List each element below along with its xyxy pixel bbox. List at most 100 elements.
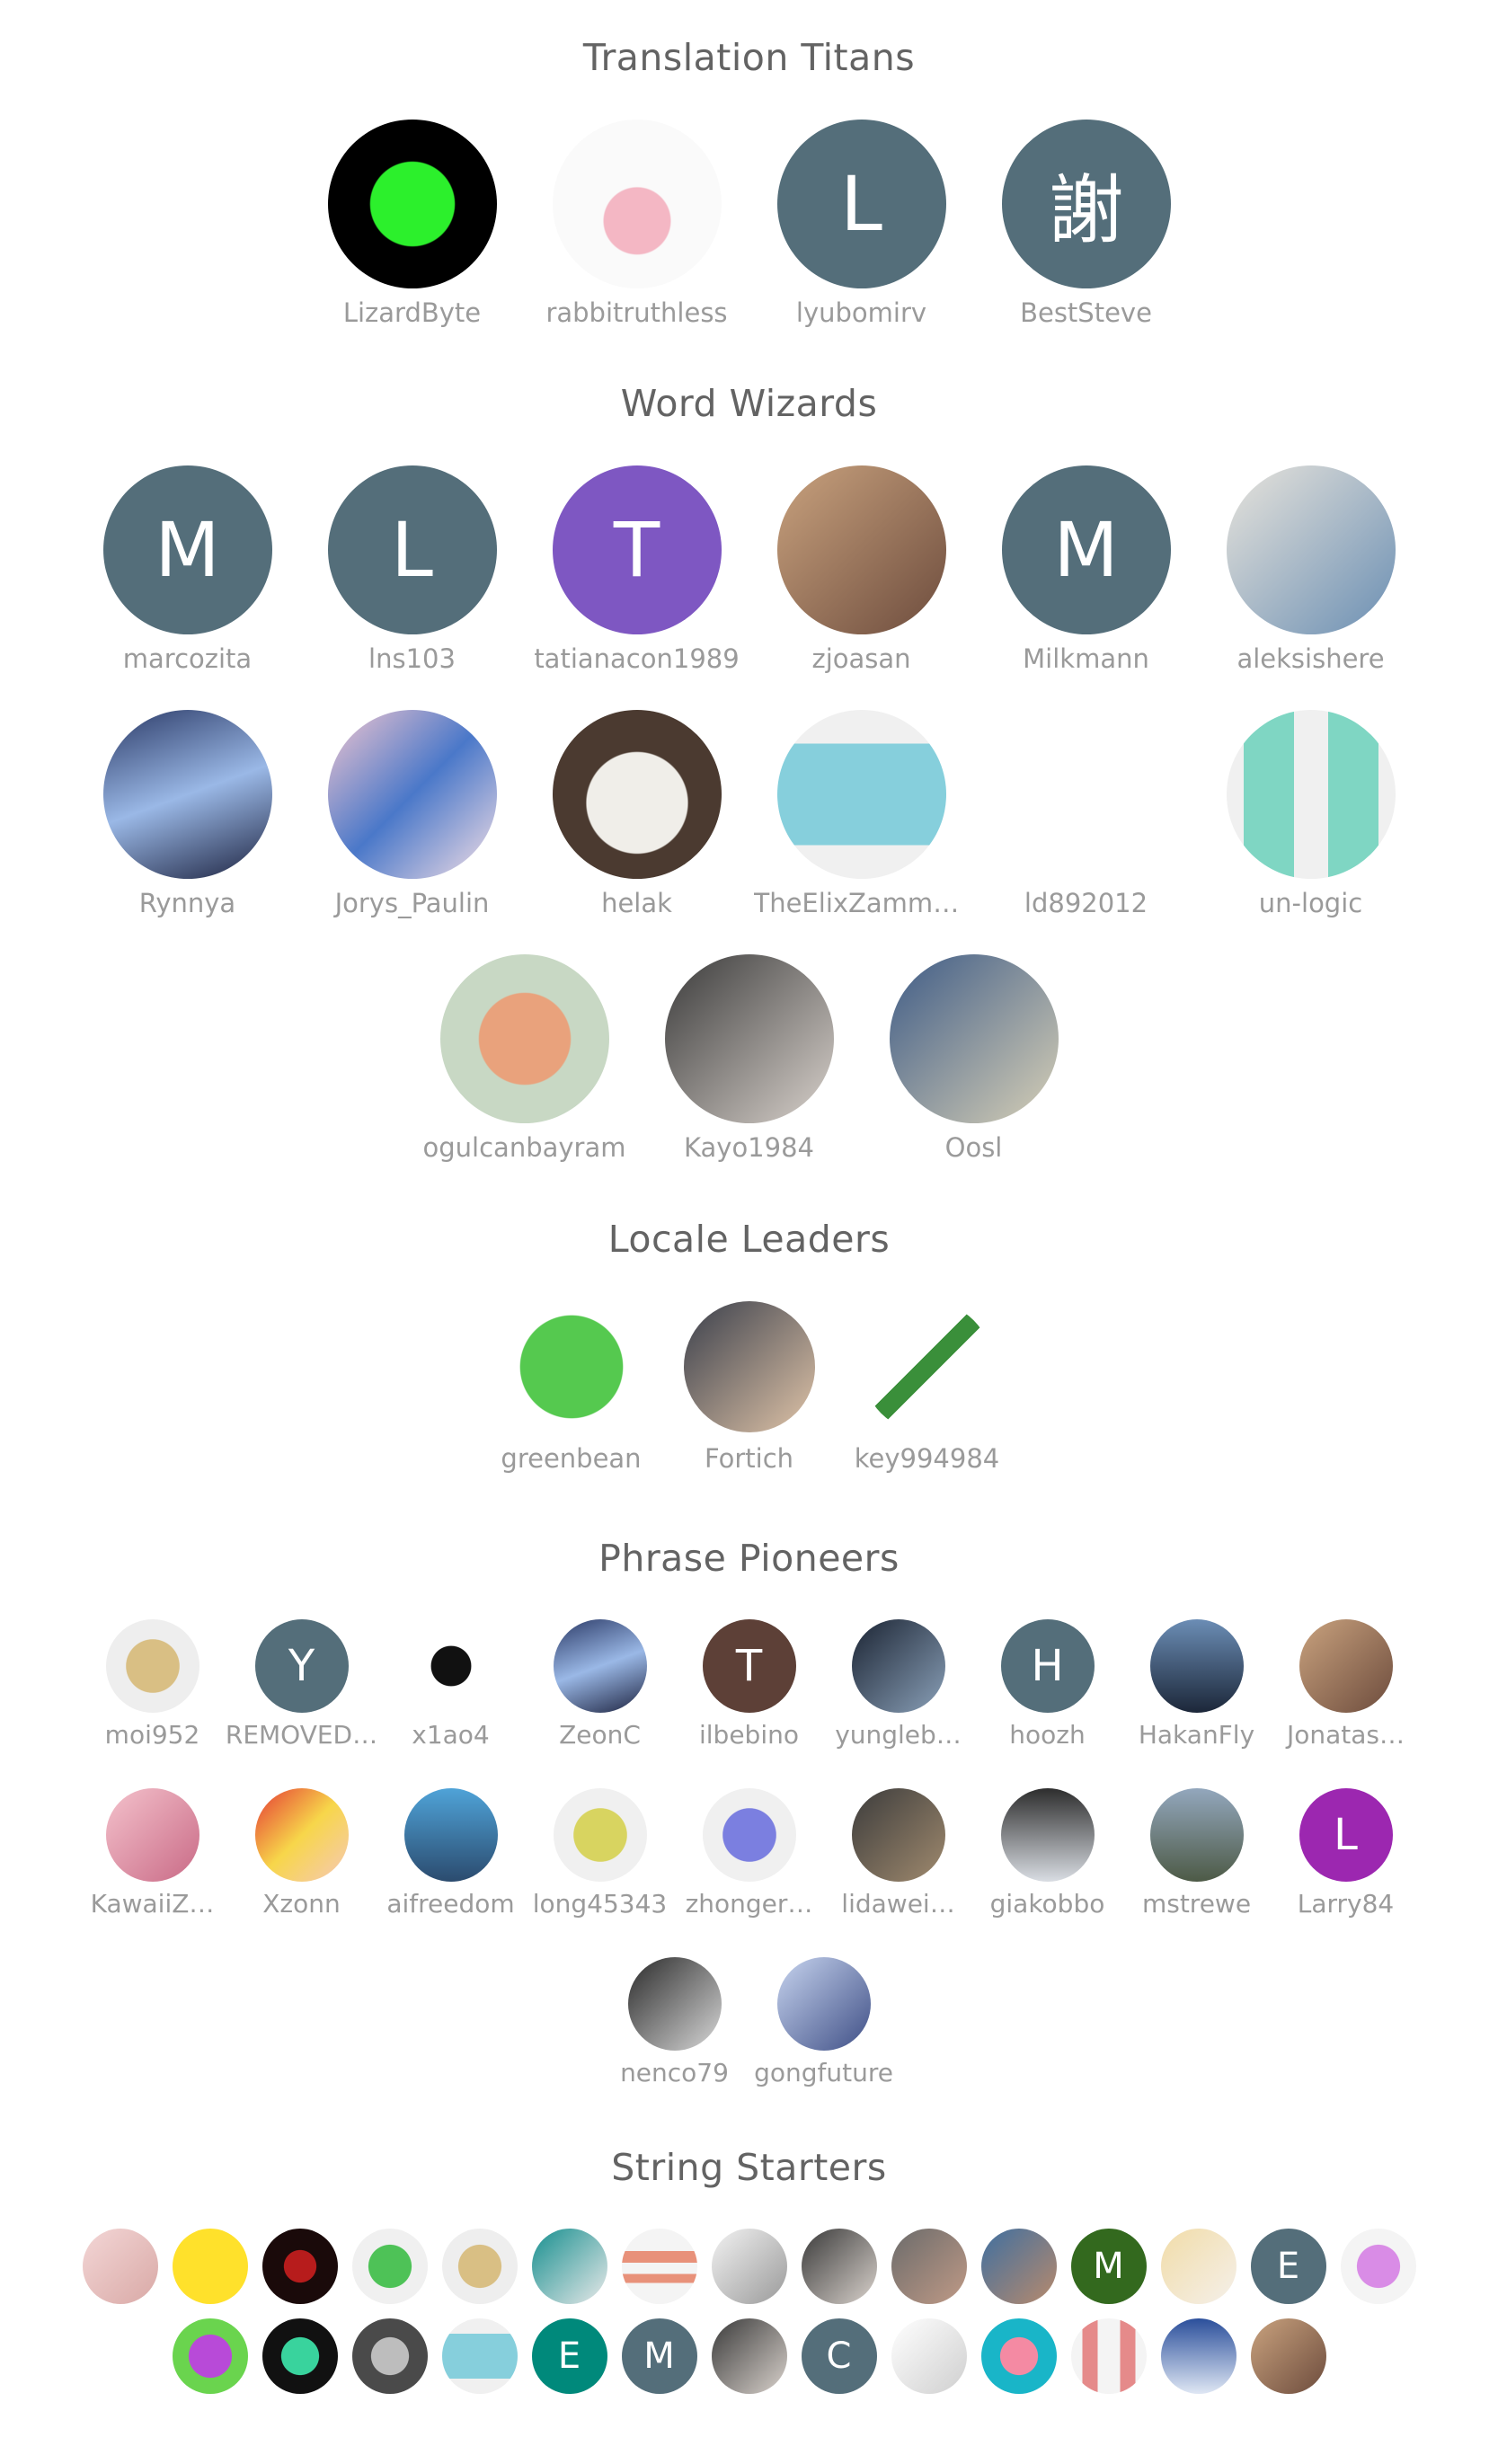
username[interactable]: HakanFly	[1120, 1720, 1274, 1750]
member[interactable]	[615, 2229, 705, 2304]
avatar[interactable]	[711, 2229, 787, 2304]
avatar[interactable]	[505, 1301, 637, 1432]
avatar[interactable]	[351, 2229, 428, 2304]
member[interactable]: L Larry84	[1272, 1788, 1421, 1919]
username[interactable]: helak	[529, 888, 745, 918]
member[interactable]: Hhoozh	[973, 1619, 1122, 1750]
member[interactable]: LizardByte	[300, 120, 525, 328]
username[interactable]: TheElixZammuto	[754, 888, 970, 918]
avatar[interactable]	[1160, 2318, 1237, 2394]
member[interactable]: key994984	[838, 1301, 1016, 1474]
member[interactable]	[884, 2318, 974, 2394]
avatar[interactable]	[552, 710, 722, 879]
avatar[interactable]	[1299, 1619, 1393, 1713]
member[interactable]: Jorys_Paulin	[300, 710, 525, 918]
username[interactable]: greenbean	[483, 1443, 660, 1474]
member[interactable]	[525, 2229, 615, 2304]
avatar[interactable]	[351, 2318, 428, 2394]
avatar[interactable]: H	[1000, 1619, 1095, 1713]
avatar[interactable]: T	[552, 465, 722, 634]
username[interactable]: Larry84	[1269, 1889, 1423, 1919]
avatar[interactable]	[891, 2229, 967, 2304]
avatar[interactable]	[1160, 2229, 1237, 2304]
member[interactable]	[705, 2318, 794, 2394]
member[interactable]: ld892012	[974, 710, 1199, 918]
username[interactable]: x1ao4	[374, 1720, 528, 1750]
username[interactable]: BestSteve	[979, 297, 1194, 328]
username[interactable]: yungleb…	[821, 1720, 976, 1750]
avatar[interactable]	[627, 1957, 722, 2051]
member[interactable]	[255, 2318, 345, 2394]
avatar[interactable]: M	[1070, 2229, 1147, 2304]
avatar[interactable]	[776, 465, 946, 634]
member[interactable]	[1244, 2318, 1334, 2394]
avatar[interactable]	[621, 2229, 697, 2304]
avatar[interactable]	[1070, 2318, 1147, 2394]
member[interactable]: M	[615, 2318, 705, 2394]
member[interactable]: HakanFly	[1122, 1619, 1272, 1750]
member[interactable]: giakobbo	[973, 1788, 1122, 1919]
avatar[interactable]: Y	[254, 1619, 349, 1713]
member[interactable]: x1ao4	[377, 1619, 526, 1750]
member[interactable]: un-logic	[1199, 710, 1423, 918]
avatar[interactable]: M	[102, 465, 272, 634]
avatar[interactable]: C	[801, 2318, 877, 2394]
avatar[interactable]	[439, 954, 609, 1123]
avatar[interactable]	[1000, 1788, 1095, 1882]
username[interactable]: giakobbo	[971, 1889, 1125, 1919]
member[interactable]: E	[1244, 2229, 1334, 2304]
username[interactable]: Fortich	[660, 1443, 838, 1474]
username[interactable]: KawaiiZ…	[75, 1889, 230, 1919]
member[interactable]: Xzonn	[227, 1788, 377, 1919]
member[interactable]: KawaiiZ…	[78, 1788, 227, 1919]
username[interactable]: mstrewe	[1120, 1889, 1274, 1919]
member[interactable]: ZeonC	[526, 1619, 675, 1750]
avatar[interactable]	[851, 1788, 945, 1882]
avatar[interactable]	[553, 1788, 647, 1882]
avatar[interactable]	[702, 1788, 796, 1882]
member[interactable]: Ttatianacon1989	[525, 465, 749, 674]
member[interactable]	[165, 2229, 255, 2304]
avatar[interactable]	[861, 1301, 993, 1432]
member[interactable]: mstrewe	[1122, 1788, 1272, 1919]
avatar[interactable]	[261, 2318, 338, 2394]
avatar[interactable]: E	[531, 2318, 607, 2394]
avatar[interactable]	[711, 2318, 787, 2394]
avatar[interactable]	[664, 954, 834, 1123]
avatar[interactable]	[1340, 2229, 1416, 2304]
username[interactable]: ld892012	[979, 888, 1194, 918]
username[interactable]: zhonger…	[672, 1889, 827, 1919]
username[interactable]: lidawei…	[821, 1889, 976, 1919]
member[interactable]	[345, 2318, 435, 2394]
username[interactable]: Kayo1984	[642, 1132, 857, 1163]
avatar[interactable]	[327, 120, 497, 288]
avatar[interactable]	[403, 1619, 498, 1713]
avatar[interactable]	[105, 1619, 199, 1713]
username[interactable]: Rynnya	[80, 888, 296, 918]
member[interactable]: long45343	[526, 1788, 675, 1919]
member[interactable]	[884, 2229, 974, 2304]
member[interactable]: yungleb…	[824, 1619, 973, 1750]
avatar[interactable]	[1149, 1619, 1244, 1713]
avatar[interactable]	[82, 2229, 158, 2304]
username[interactable]: LizardByte	[305, 297, 520, 328]
member[interactable]	[705, 2229, 794, 2304]
avatar[interactable]	[552, 120, 722, 288]
avatar[interactable]	[261, 2229, 338, 2304]
avatar[interactable]	[172, 2318, 248, 2394]
member[interactable]: aifreedom	[377, 1788, 526, 1919]
username[interactable]: aleksishere	[1203, 643, 1419, 674]
avatar[interactable]	[327, 710, 497, 879]
username[interactable]: Oosl	[866, 1132, 1082, 1163]
username[interactable]: zjoasan	[754, 643, 970, 674]
member[interactable]: Y REMOVED…	[225, 1619, 379, 1750]
member[interactable]: greenbean	[483, 1301, 660, 1474]
username[interactable]: REMOVED…	[225, 1720, 379, 1750]
avatar[interactable]	[1250, 2318, 1326, 2394]
avatar[interactable]	[254, 1788, 349, 1882]
username[interactable]: lns103	[305, 643, 520, 674]
username[interactable]: hoozh	[971, 1720, 1125, 1750]
member[interactable]: Llyubomirv	[749, 120, 974, 328]
avatar[interactable]	[1149, 1788, 1244, 1882]
username[interactable]: Xzonn	[225, 1889, 379, 1919]
